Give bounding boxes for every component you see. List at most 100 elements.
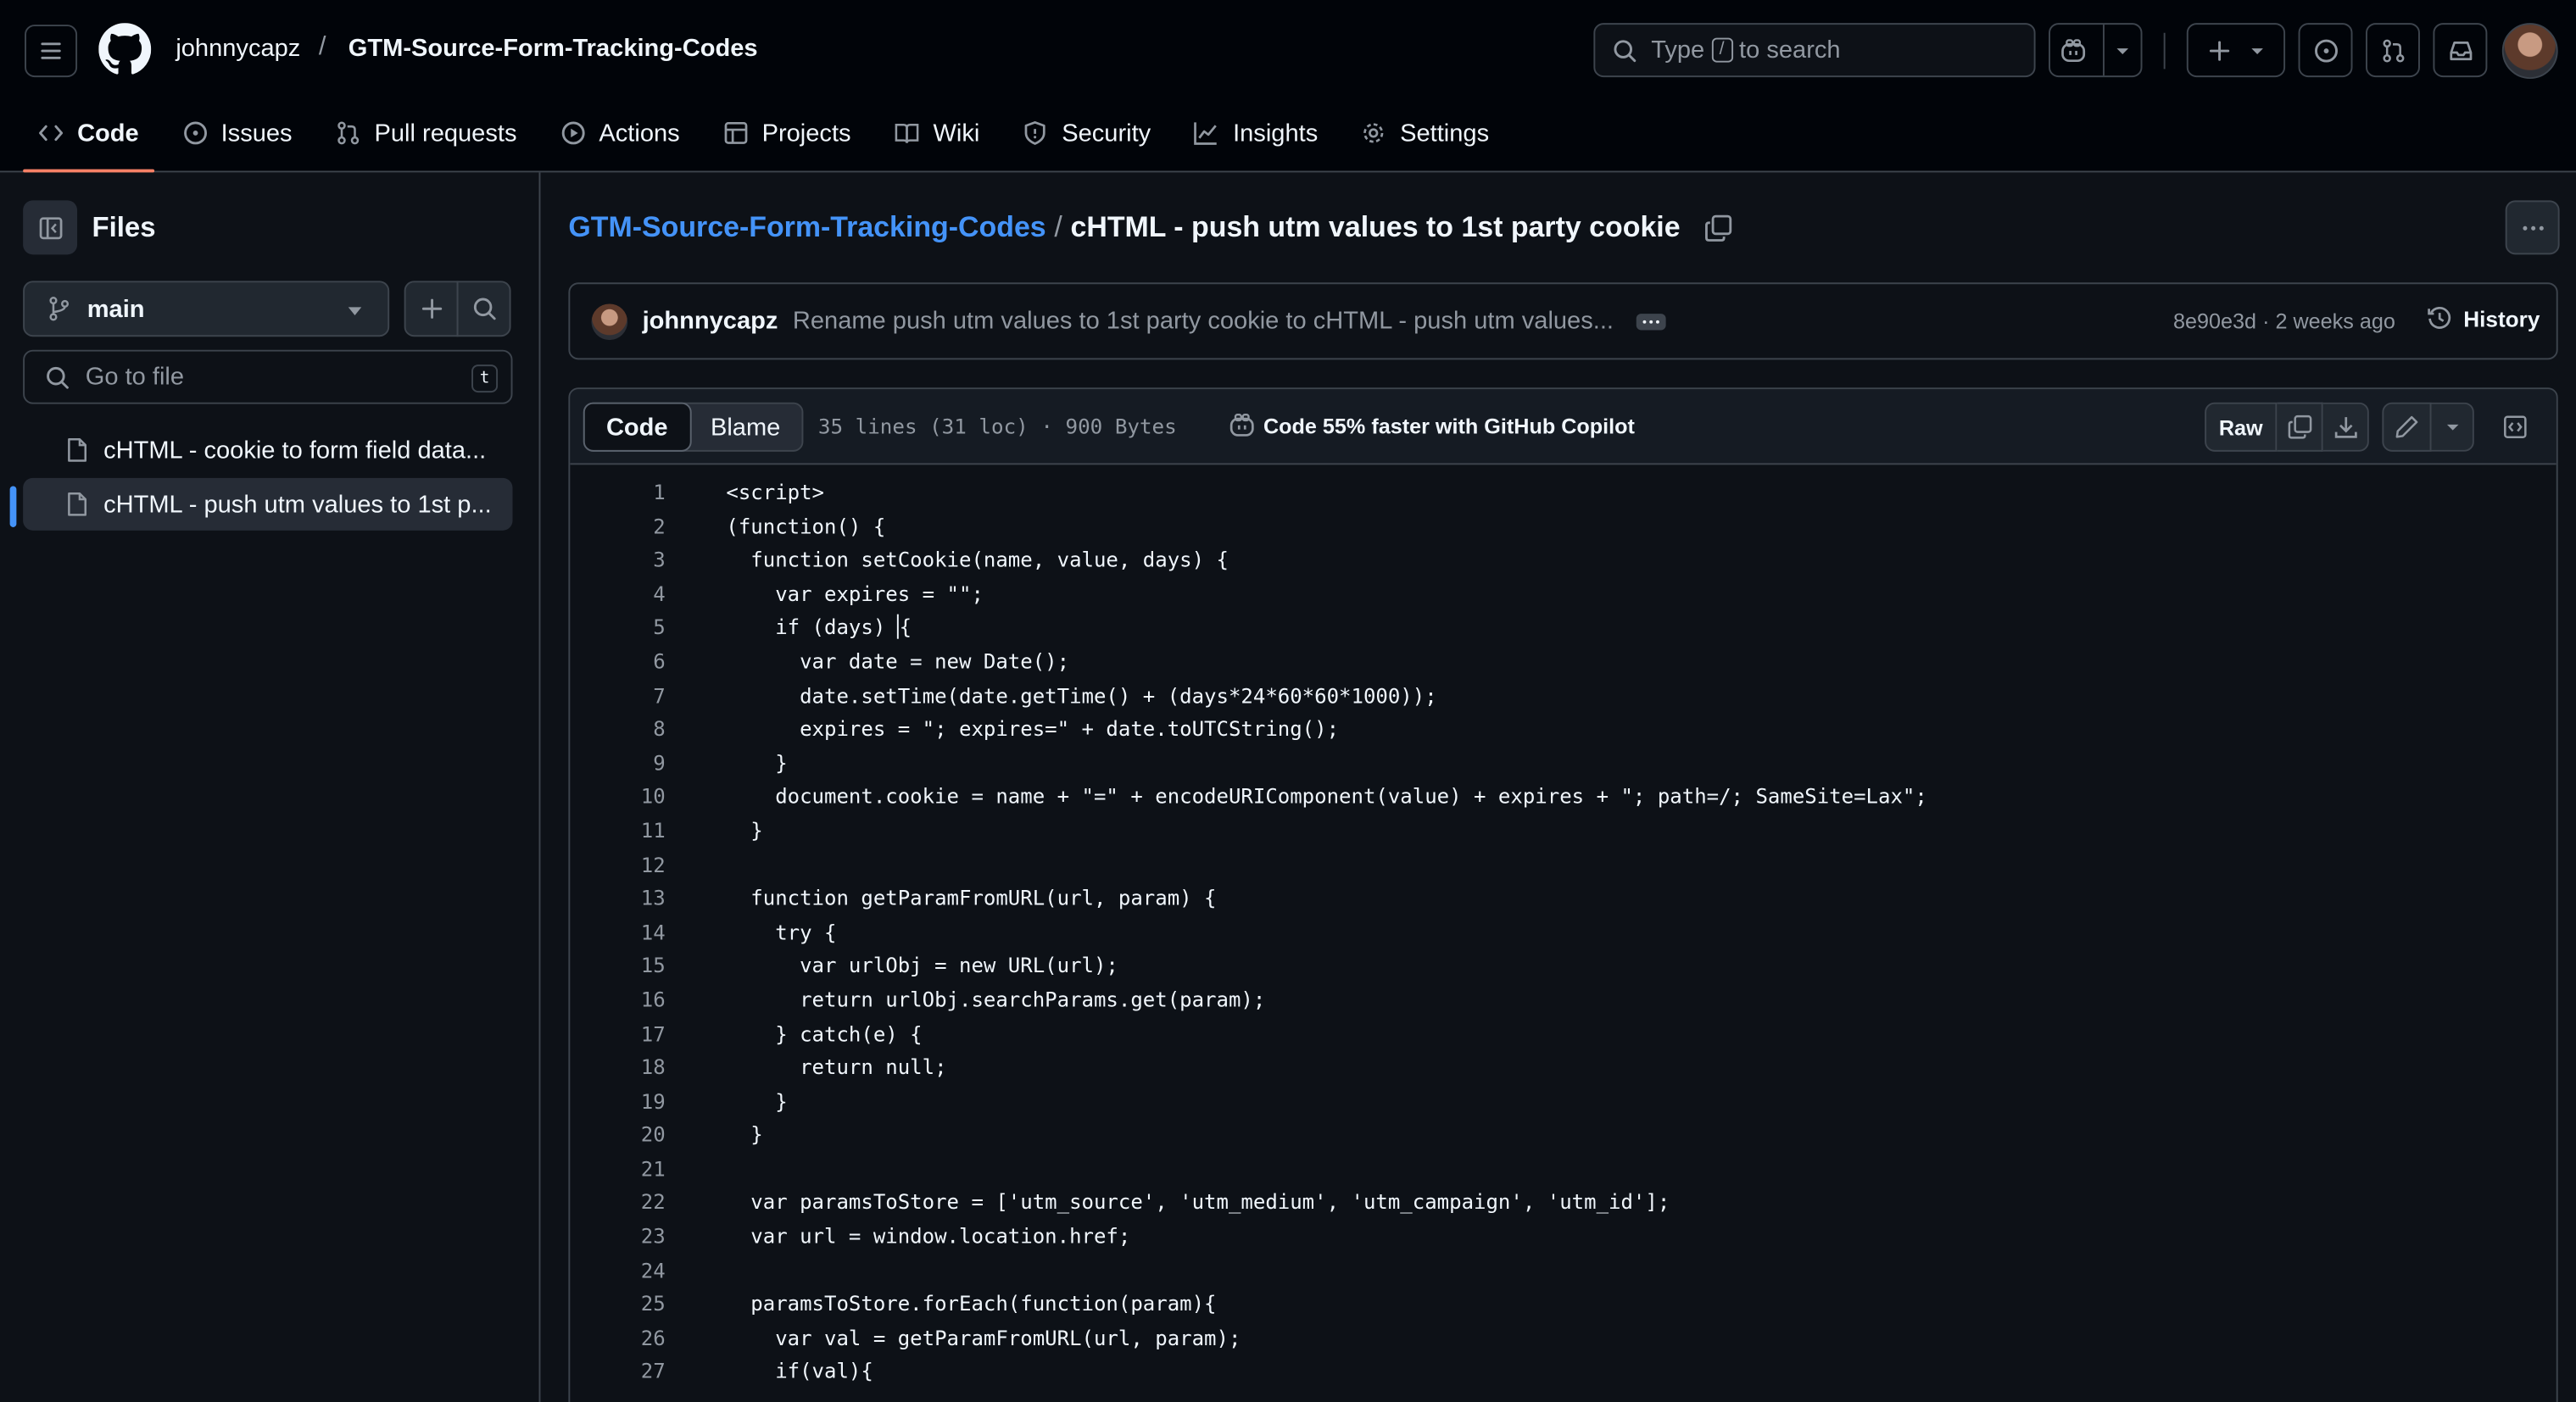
- line-number[interactable]: 20: [570, 1122, 666, 1147]
- line-number[interactable]: 26: [570, 1325, 666, 1349]
- tab-actions[interactable]: Actions: [544, 102, 694, 164]
- line-number[interactable]: 24: [570, 1257, 666, 1282]
- code-line[interactable]: 17 } catch(e) {: [570, 1021, 2556, 1054]
- line-number[interactable]: 4: [570, 581, 665, 605]
- code-line[interactable]: 7 date.setTime(date.getTime() + (days*24…: [570, 682, 2556, 716]
- breadcrumb-owner[interactable]: johnnycapz: [176, 35, 300, 63]
- tab-insights[interactable]: Insights: [1179, 102, 1333, 164]
- code-line[interactable]: 5 if (days) {: [570, 615, 2556, 648]
- tab-code[interactable]: Code: [23, 102, 153, 173]
- breadcrumb-repo[interactable]: GTM-Source-Form-Tracking-Codes: [348, 35, 758, 63]
- commit-author-avatar[interactable]: [591, 303, 628, 340]
- code-line[interactable]: 19 }: [570, 1088, 2556, 1122]
- file-tree-item-selected[interactable]: cHTML - push utm values to 1st p...: [23, 477, 513, 531]
- issues-button[interactable]: [2298, 23, 2353, 78]
- tab-pull-requests[interactable]: Pull requests: [321, 102, 532, 164]
- menu-button[interactable]: [25, 25, 78, 78]
- code-line[interactable]: 15 var urlObj = new URL(url);: [570, 953, 2556, 987]
- code-line[interactable]: 9 }: [570, 750, 2556, 784]
- commit-meta[interactable]: 8e90e3d · 2 weeks ago: [2173, 309, 2395, 333]
- line-number[interactable]: 8: [570, 716, 665, 741]
- go-to-file-input[interactable]: Go to file t: [23, 349, 513, 404]
- line-number[interactable]: 23: [570, 1224, 666, 1249]
- copy-icon[interactable]: [1703, 213, 1733, 242]
- tab-settings[interactable]: Settings: [1346, 102, 1503, 164]
- tab-issues[interactable]: Issues: [167, 102, 307, 164]
- code-line[interactable]: 27 if(val){: [570, 1359, 2556, 1393]
- code-line[interactable]: 20 }: [570, 1122, 2556, 1156]
- line-number[interactable]: 27: [570, 1359, 666, 1383]
- symbols-panel-button[interactable]: [2490, 403, 2540, 452]
- code-view-button[interactable]: Code: [583, 402, 691, 452]
- code-line[interactable]: 18 return null;: [570, 1054, 2556, 1088]
- code-line[interactable]: 21: [570, 1156, 2556, 1190]
- copy-raw-button[interactable]: [2277, 402, 2323, 452]
- download-button[interactable]: [2322, 402, 2369, 452]
- line-number[interactable]: 17: [570, 1021, 666, 1045]
- line-number[interactable]: 1: [570, 480, 665, 504]
- line-number[interactable]: 15: [570, 953, 666, 977]
- code-line[interactable]: 1 <script>: [570, 480, 2556, 514]
- line-number[interactable]: 12: [570, 852, 666, 876]
- raw-button[interactable]: Raw: [2205, 402, 2278, 452]
- edit-options-button[interactable]: [2431, 402, 2474, 452]
- code-line[interactable]: 3 function setCookie(name, value, days) …: [570, 548, 2556, 581]
- line-number[interactable]: 22: [570, 1190, 666, 1215]
- line-number[interactable]: 6: [570, 648, 665, 673]
- tab-security[interactable]: Security: [1007, 102, 1165, 164]
- code-lines[interactable]: 1 <script> 2 (function() {3 function setCoo…: [570, 480, 2556, 1393]
- line-number[interactable]: 9: [570, 750, 665, 775]
- expand-commit-button[interactable]: [1636, 313, 1666, 330]
- edit-file-button[interactable]: [2382, 402, 2432, 452]
- code-line[interactable]: 25 paramsToStore.forEach(function(param)…: [570, 1291, 2556, 1325]
- path-repo-link[interactable]: GTM-Source-Form-Tracking-Codes: [568, 210, 1045, 245]
- code-line[interactable]: 4 var expires = "";: [570, 581, 2556, 615]
- create-new-button[interactable]: [2186, 23, 2286, 78]
- pull-requests-button[interactable]: [2366, 23, 2420, 78]
- code-line[interactable]: 11 }: [570, 818, 2556, 852]
- line-number[interactable]: 2: [570, 514, 665, 538]
- inbox-button[interactable]: [2433, 23, 2488, 78]
- code-line[interactable]: 22 var paramsToStore = ['utm_source', 'u…: [570, 1190, 2556, 1224]
- code-line[interactable]: 13 function getParamFromURL(url, param) …: [570, 886, 2556, 920]
- code-line[interactable]: 24: [570, 1257, 2556, 1291]
- line-number[interactable]: 18: [570, 1054, 666, 1079]
- line-number[interactable]: 25: [570, 1291, 666, 1316]
- code-line[interactable]: 12: [570, 852, 2556, 886]
- line-number[interactable]: 7: [570, 682, 665, 707]
- copilot-button[interactable]: [2049, 23, 2143, 78]
- line-number[interactable]: 11: [570, 818, 666, 843]
- code-line[interactable]: 16 return urlObj.searchParams.get(param)…: [570, 987, 2556, 1021]
- commit-author[interactable]: johnnycapz: [643, 307, 778, 335]
- github-logo-icon[interactable]: [98, 23, 152, 75]
- file-tree-item[interactable]: cHTML - cookie to form field data...: [23, 424, 512, 476]
- tab-wiki[interactable]: Wiki: [879, 102, 995, 164]
- line-number[interactable]: 14: [570, 919, 666, 943]
- tab-projects[interactable]: Projects: [708, 102, 866, 164]
- user-avatar[interactable]: [2501, 23, 2558, 79]
- history-button[interactable]: History: [2428, 305, 2540, 331]
- line-number[interactable]: 19: [570, 1088, 666, 1113]
- line-number[interactable]: 16: [570, 987, 666, 1011]
- search-files-button[interactable]: [456, 281, 511, 337]
- collapse-sidebar-button[interactable]: [23, 200, 78, 255]
- more-options-button[interactable]: [2505, 200, 2560, 255]
- code-line[interactable]: 23 var url = window.location.href;: [570, 1224, 2556, 1258]
- branch-selector[interactable]: main: [23, 281, 390, 337]
- search-input[interactable]: Type / to search: [1593, 23, 2036, 78]
- code-line[interactable]: 14 try {: [570, 919, 2556, 953]
- add-file-button[interactable]: [404, 281, 459, 337]
- copilot-promo-link[interactable]: Code 55% faster with GitHub Copilot: [1229, 412, 1635, 438]
- commit-message[interactable]: Rename push utm values to 1st party cook…: [793, 307, 1614, 335]
- code-line[interactable]: 10 document.cookie = name + "=" + encode…: [570, 784, 2556, 818]
- line-number[interactable]: 5: [570, 615, 665, 639]
- code-line[interactable]: 2 (function() {: [570, 514, 2556, 548]
- code-line[interactable]: 6 var date = new Date();: [570, 648, 2556, 682]
- line-number[interactable]: 21: [570, 1156, 666, 1181]
- line-number[interactable]: 3: [570, 548, 665, 572]
- blame-view-button[interactable]: Blame: [689, 404, 802, 450]
- line-number[interactable]: 13: [570, 886, 666, 910]
- code-line[interactable]: 26 var val = getParamFromURL(url, param)…: [570, 1325, 2556, 1359]
- code-line[interactable]: 8 expires = "; expires=" + date.toUTCStr…: [570, 716, 2556, 750]
- line-number[interactable]: 10: [570, 784, 666, 809]
